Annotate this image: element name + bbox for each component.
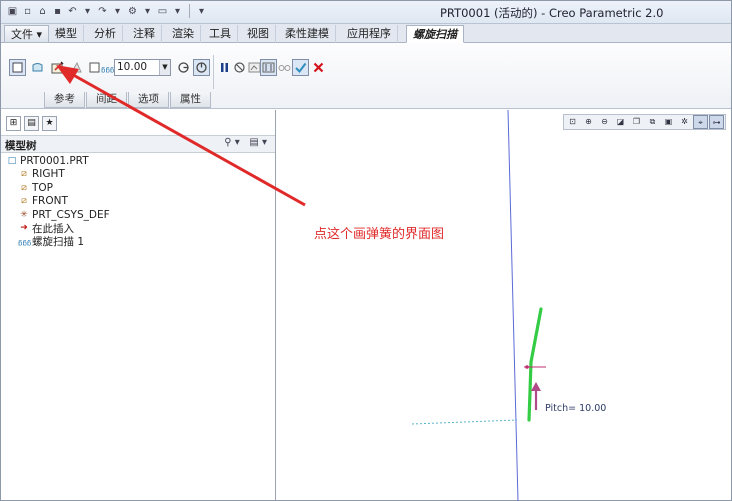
annotation-arrow-head (56, 65, 79, 84)
annotation-arrow (67, 70, 306, 207)
graphics-overlay (0, 0, 732, 501)
pitch-arrow-head (531, 382, 541, 391)
datum-trace (411, 419, 518, 425)
pitch-label: Pitch= 10.00 (545, 403, 607, 414)
annotation-text: 点这个画弹簧的界面图 (314, 227, 445, 242)
window-border (0, 0, 732, 501)
start-point-dot (525, 365, 529, 369)
axis-line (507, 109, 519, 501)
